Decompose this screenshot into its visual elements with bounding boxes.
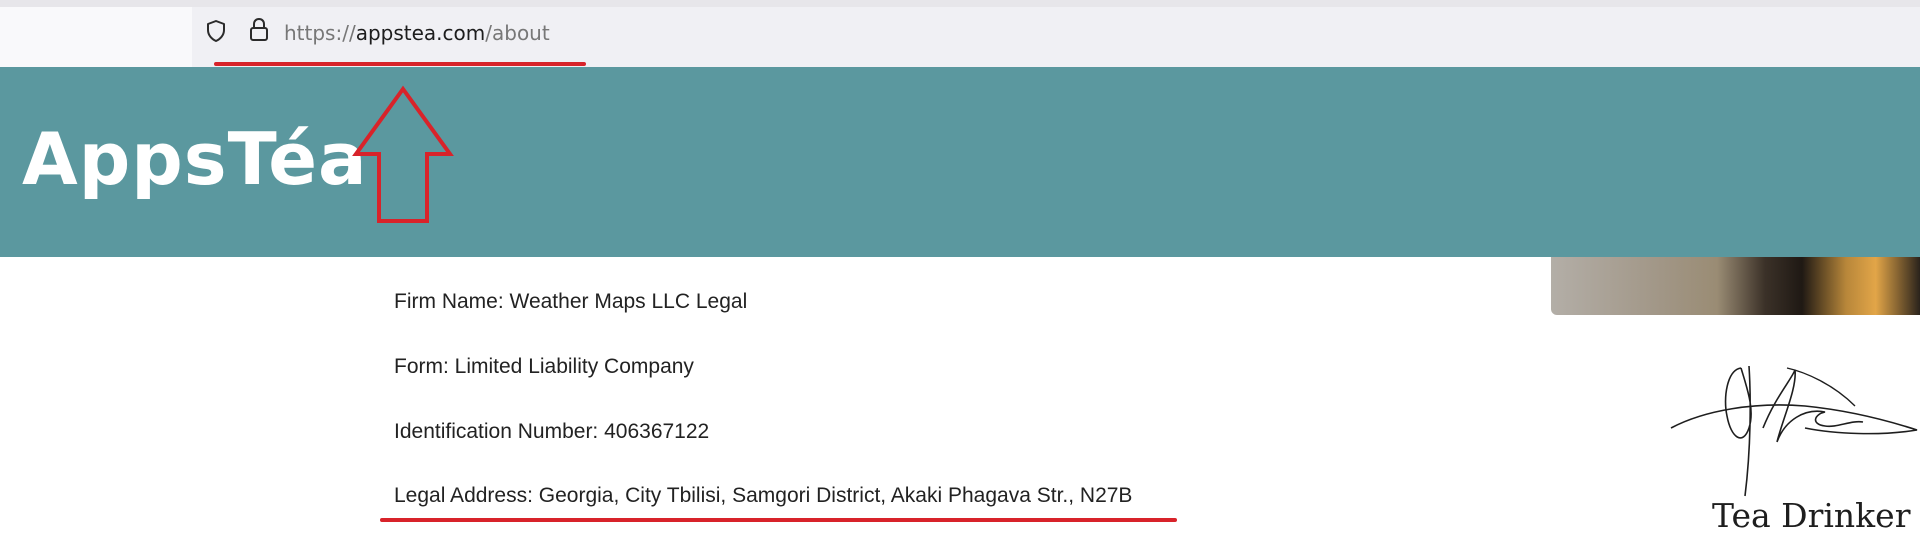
site-logo[interactable]: AppsTéa	[22, 117, 368, 201]
url-text[interactable]: https://appstea.com/about	[284, 21, 550, 45]
company-form: Form: Limited Liability Company	[394, 355, 694, 378]
hero-photo	[1551, 257, 1920, 315]
url-path: /about	[485, 21, 550, 45]
url-underline-annotation	[214, 62, 586, 66]
firm-name: Firm Name: Weather Maps LLC Legal	[394, 290, 748, 313]
browser-top-strip	[0, 0, 1920, 7]
address-bar-left-area	[0, 7, 192, 67]
url-scheme: https://	[284, 21, 356, 45]
site-header: AppsTéa	[0, 67, 1920, 257]
identification-number: Identification Number: 406367122	[394, 420, 710, 443]
legal-address: Legal Address: Georgia, City Tbilisi, Sa…	[394, 484, 1133, 507]
lock-icon[interactable]	[248, 17, 270, 43]
handwritten-signature	[1670, 365, 1918, 497]
up-arrow-icon	[352, 85, 454, 223]
url-domain: appstea.com	[355, 21, 486, 45]
signature-name: Tea Drinker	[1712, 496, 1911, 535]
address-underline-annotation	[380, 518, 1177, 522]
shield-icon[interactable]	[205, 19, 227, 43]
